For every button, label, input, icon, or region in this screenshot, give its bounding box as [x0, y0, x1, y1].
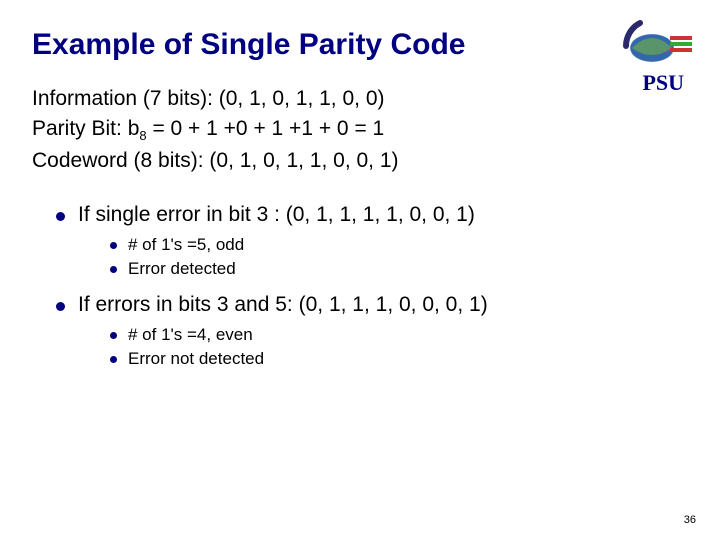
- bullet-text: If single error in bit 3 : (0, 1, 1, 1, …: [78, 203, 475, 226]
- sub-item: # of 1's =5, odd: [110, 235, 688, 255]
- intro-line-2: Parity Bit: b8 = 0 + 1 +0 + 1 +1 + 0 = 1: [32, 114, 688, 146]
- intro-line-3: Codeword (8 bits): (0, 1, 0, 1, 1, 0, 0,…: [32, 146, 688, 176]
- intro-line-1: Information (7 bits): (0, 1, 0, 1, 1, 0,…: [32, 84, 688, 114]
- intro-block: Information (7 bits): (0, 1, 0, 1, 1, 0,…: [32, 84, 688, 177]
- sub-list: # of 1's =4, even Error not detected: [78, 325, 688, 369]
- bullet-item: If single error in bit 3 : (0, 1, 1, 1, …: [56, 203, 688, 279]
- org-logo-icon: [612, 18, 692, 64]
- subscript-8: 8: [139, 129, 146, 144]
- bullet-text: If errors in bits 3 and 5: (0, 1, 1, 1, …: [78, 293, 488, 316]
- slide-title: Example of Single Parity Code: [32, 28, 688, 62]
- sub-item: Error detected: [110, 259, 688, 279]
- page-number: 36: [684, 514, 696, 526]
- sub-list: # of 1's =5, odd Error detected: [78, 235, 688, 279]
- brand-text: PSU: [642, 70, 684, 96]
- sub-item: Error not detected: [110, 349, 688, 369]
- sub-item: # of 1's =4, even: [110, 325, 688, 345]
- intro-line-2-post: = 0 + 1 +0 + 1 +1 + 0 = 1: [147, 117, 385, 140]
- bullet-item: If errors in bits 3 and 5: (0, 1, 1, 1, …: [56, 293, 688, 369]
- bullet-list: If single error in bit 3 : (0, 1, 1, 1, …: [32, 203, 688, 369]
- intro-line-2-pre: Parity Bit: b: [32, 117, 139, 140]
